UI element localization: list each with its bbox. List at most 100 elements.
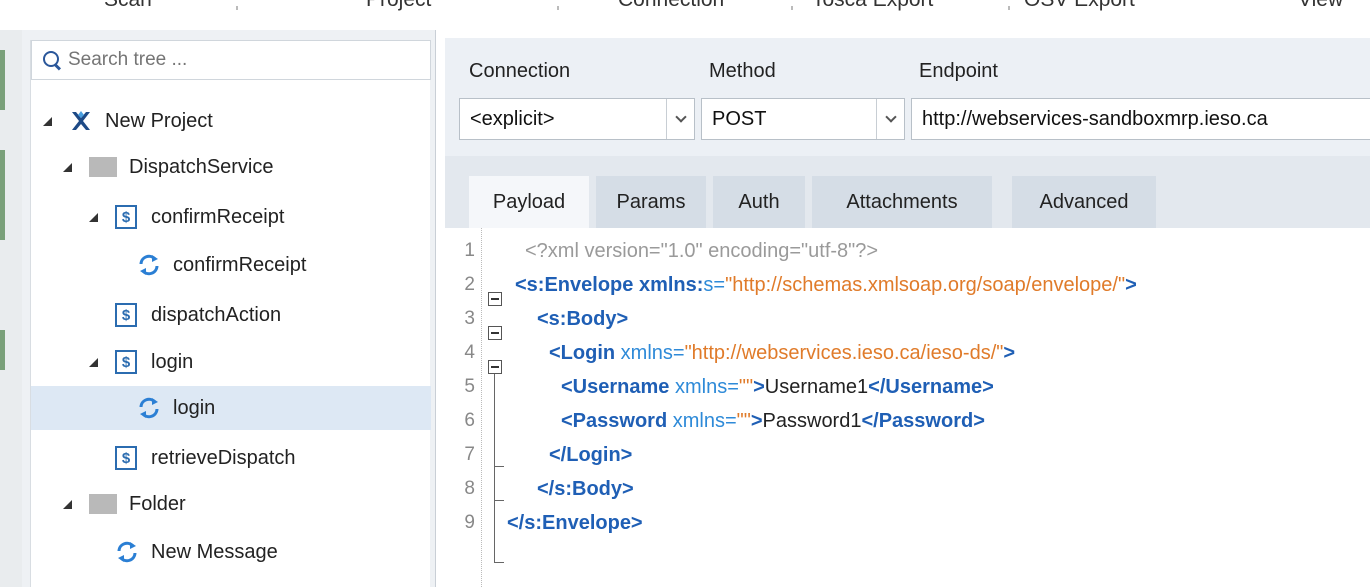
xml-attr: xmlns=	[667, 409, 737, 432]
xml-tag: >	[753, 375, 765, 398]
tab-params[interactable]: Params	[596, 176, 706, 228]
menu-separator	[791, 6, 793, 10]
tree-node-folder[interactable]: Folder	[63, 482, 186, 526]
xml-value: ""	[738, 375, 754, 398]
tab-advanced[interactable]: Advanced	[1012, 176, 1156, 228]
connection-value: <explicit>	[470, 107, 555, 130]
xml-value: ""	[736, 409, 751, 432]
code-text: <Login xmlns="http://webservices.ieso.ca…	[549, 342, 1015, 365]
folder-icon	[89, 494, 117, 514]
chevron-down-icon[interactable]	[666, 99, 694, 139]
code-text: <Username xmlns="">Username1</Username>	[561, 376, 994, 399]
menu-scan[interactable]: Scan	[104, 0, 152, 12]
folder-icon	[89, 157, 117, 177]
tree-node-label: New Project	[105, 109, 213, 132]
line-number: 4	[464, 342, 475, 363]
tree-node-confirm-receipt-message[interactable]: confirmReceipt	[137, 243, 306, 287]
menu-separator	[236, 6, 238, 10]
refresh-message-icon	[137, 253, 161, 277]
xml-attr: xmlns=	[669, 375, 739, 398]
tree-node-label: dispatchAction	[151, 303, 282, 326]
method-select[interactable]: POST	[701, 98, 905, 140]
xml-tag: <Username	[561, 375, 670, 398]
fold-line	[494, 562, 504, 563]
edge-mark	[0, 330, 5, 370]
line-number: 6	[464, 410, 475, 431]
tree-node-label: confirmReceipt	[151, 205, 285, 228]
project-icon	[69, 109, 93, 133]
menu-separator	[557, 6, 559, 10]
menu-tosca-export[interactable]: Tosca Export	[812, 0, 933, 12]
tree-node-new-message[interactable]: New Message	[115, 530, 278, 574]
refresh-message-icon	[115, 540, 139, 564]
project-tree-panel: New Project DispatchService $ confirmRec…	[22, 30, 436, 587]
expand-arrow-icon[interactable]	[63, 161, 75, 173]
xml-tag: <s:Body>	[537, 307, 629, 330]
xml-tag: >	[1125, 273, 1137, 296]
search-box[interactable]	[31, 40, 431, 80]
chevron-down-icon[interactable]	[876, 99, 904, 139]
code-line: 2 <s:Envelope xmlns:s="http://schemas.xm…	[445, 268, 1370, 302]
xml-value: "http://webservices.ieso.ca/ieso-ds/"	[684, 341, 1004, 364]
connection-select[interactable]: <explicit>	[459, 98, 695, 140]
tab-label: Attachments	[846, 190, 958, 213]
xml-tag: </s:Envelope>	[507, 511, 643, 534]
expand-arrow-icon[interactable]	[63, 498, 75, 510]
menu-view[interactable]: View	[1298, 0, 1343, 12]
tab-auth[interactable]: Auth	[713, 176, 805, 228]
expand-arrow-icon[interactable]	[89, 356, 101, 368]
expand-arrow-icon[interactable]	[43, 115, 55, 127]
code-line: 1 <?xml version="1.0" encoding="utf-8"?>	[445, 234, 1370, 268]
payload-editor[interactable]: 1 <?xml version="1.0" encoding="utf-8"?>…	[445, 228, 1370, 587]
message-editor-panel: Connection Method Endpoint <explicit> PO…	[445, 30, 1370, 587]
expand-arrow-icon[interactable]	[89, 211, 101, 223]
operation-icon: $	[115, 205, 137, 229]
xml-tag: </Password>	[861, 409, 985, 432]
menu-connection[interactable]: Connection	[618, 0, 724, 12]
endpoint-field[interactable]: http://webservices-sandboxmrp.ieso.ca	[911, 98, 1370, 140]
tab-payload[interactable]: Payload	[469, 176, 589, 228]
code-line: 3 <s:Body>	[445, 302, 1370, 336]
tab-label: Auth	[738, 190, 780, 213]
tab-attachments[interactable]: Attachments	[812, 176, 992, 228]
code-line: 6 <Password xmlns="">Password1</Password…	[445, 404, 1370, 438]
code-text: <Password xmlns="">Password1</Password>	[561, 410, 985, 433]
xml-tag: <s:Envelope	[515, 273, 634, 296]
tab-label: Params	[616, 190, 686, 213]
endpoint-value[interactable]: http://webservices-sandboxmrp.ieso.ca	[922, 108, 1268, 131]
tree-node-label: DispatchService	[129, 155, 274, 178]
connection-bar: Connection Method Endpoint <explicit> PO…	[445, 38, 1370, 156]
line-number: 7	[464, 444, 475, 465]
line-number: 5	[464, 376, 475, 397]
xml-tag: <Login	[549, 341, 616, 364]
tree-container: New Project DispatchService $ confirmRec…	[30, 40, 431, 587]
operation-icon: $	[115, 350, 137, 374]
operation-icon: $	[115, 446, 137, 470]
tree-node-retrieve-dispatch[interactable]: $ retrieveDispatch	[115, 436, 296, 480]
menu-osv-export[interactable]: OSV Export	[1024, 0, 1135, 12]
tree-node-dispatch-action[interactable]: $ dispatchAction	[115, 293, 281, 337]
tree-node-login-message[interactable]: login	[31, 386, 431, 430]
endpoint-label: Endpoint	[919, 60, 998, 82]
search-input[interactable]	[68, 49, 408, 71]
tree-node-label: login	[173, 396, 216, 419]
xml-text: Password1	[762, 409, 862, 432]
code-line: 5 <Username xmlns="">Username1</Username…	[445, 370, 1370, 404]
method-label: Method	[709, 60, 776, 82]
menu-project[interactable]: Project	[366, 0, 431, 12]
line-number: 3	[464, 308, 475, 329]
code-line: 9 </s:Envelope>	[445, 506, 1370, 540]
xml-tag: <Password	[561, 409, 668, 432]
tree-node-dispatch-service[interactable]: DispatchService	[63, 145, 274, 189]
tree-node-new-project[interactable]: New Project	[43, 99, 213, 143]
xml-declaration: <?xml version="1.0" encoding="utf-8"?>	[525, 239, 879, 262]
code-line: 7 </Login>	[445, 438, 1370, 472]
tree-node-confirm-receipt-operation[interactable]: $ confirmReceipt	[89, 195, 284, 239]
tree-node-label: confirmReceipt	[173, 253, 307, 276]
tree-node-label: New Message	[151, 540, 278, 563]
tree-node-login-operation[interactable]: $ login	[89, 340, 193, 384]
tab-label: Advanced	[1039, 190, 1129, 213]
xml-attr: s=	[703, 273, 726, 296]
line-number: 1	[464, 240, 475, 261]
operation-icon: $	[115, 303, 137, 327]
